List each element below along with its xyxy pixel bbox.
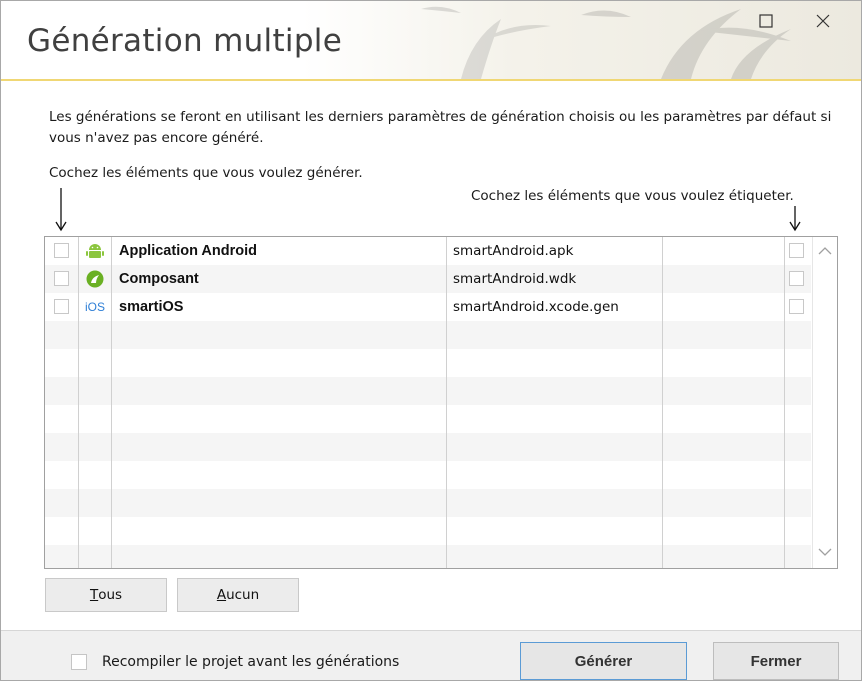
select-none-mnemonic: A — [216, 587, 227, 603]
label-checkbox[interactable] — [789, 243, 804, 258]
config-name[interactable]: Composant — [119, 265, 199, 293]
generate-button[interactable]: Générer — [520, 642, 687, 680]
palm-decoration-icon — [421, 6, 791, 79]
chevron-up-icon — [818, 247, 832, 255]
generate-checkbox[interactable] — [54, 271, 69, 286]
select-none-label: ucun — [226, 587, 260, 603]
configuration-list[interactable]: Application Android smartAndroid.apk Com… — [44, 236, 838, 569]
dialog-title: Génération multiple — [27, 23, 343, 59]
maximize-button[interactable] — [744, 7, 788, 35]
config-file: smartAndroid.wdk — [453, 271, 577, 287]
config-file: smartAndroid.xcode.gen — [453, 299, 619, 315]
row-background — [45, 321, 811, 349]
generate-checkbox[interactable] — [54, 299, 69, 314]
scroll-up-button[interactable] — [817, 245, 833, 257]
row-background — [45, 377, 811, 405]
config-name[interactable]: smartiOS — [119, 293, 183, 321]
config-name[interactable]: Application Android — [119, 237, 257, 265]
arrow-down-left-icon — [55, 188, 67, 232]
row-background — [45, 545, 811, 568]
column-divider — [78, 237, 79, 568]
dialog-header: Génération multiple — [1, 1, 861, 81]
column-divider — [784, 237, 785, 568]
recompile-checkbox[interactable] — [71, 654, 87, 670]
chevron-down-icon — [818, 548, 832, 556]
generate-checkbox[interactable] — [54, 243, 69, 258]
description-text: Les générations se feront en utilisant l… — [49, 109, 832, 146]
close-button[interactable]: Fermer — [713, 642, 839, 680]
maximize-icon — [759, 14, 773, 28]
select-all-mnemonic: T — [89, 587, 99, 603]
vertical-scrollbar[interactable] — [812, 237, 837, 568]
ios-badge-text: iOS — [84, 300, 105, 314]
label-checkbox[interactable] — [789, 271, 804, 286]
hint-label-text: Cochez les éléments que vous voulez étiq… — [471, 188, 794, 204]
ios-icon: iOS — [83, 298, 107, 316]
close-icon — [816, 14, 830, 28]
close-window-button[interactable] — [801, 7, 845, 35]
row-background — [45, 349, 811, 377]
label-checkbox[interactable] — [789, 299, 804, 314]
column-divider — [446, 237, 447, 568]
select-all-button[interactable]: Tous — [45, 578, 167, 612]
column-divider — [662, 237, 663, 568]
scroll-down-button[interactable] — [817, 546, 833, 558]
select-none-button[interactable]: Aucun — [177, 578, 299, 612]
select-all-label: ous — [98, 587, 123, 603]
column-divider — [111, 237, 112, 568]
component-icon — [86, 270, 104, 288]
row-background — [45, 433, 811, 461]
recompile-label[interactable]: Recompiler le projet avant les génératio… — [102, 651, 399, 673]
arrow-down-right-icon — [789, 206, 801, 232]
config-file: smartAndroid.apk — [453, 243, 574, 259]
row-background — [45, 489, 811, 517]
hint-generate-text: Cochez les éléments que vous voulez géné… — [49, 165, 363, 181]
row-background — [45, 461, 811, 489]
row-background — [45, 517, 811, 545]
android-icon — [86, 242, 104, 260]
dialog-window: Génération multiple Les générations se f… — [0, 0, 862, 681]
row-background — [45, 405, 811, 433]
